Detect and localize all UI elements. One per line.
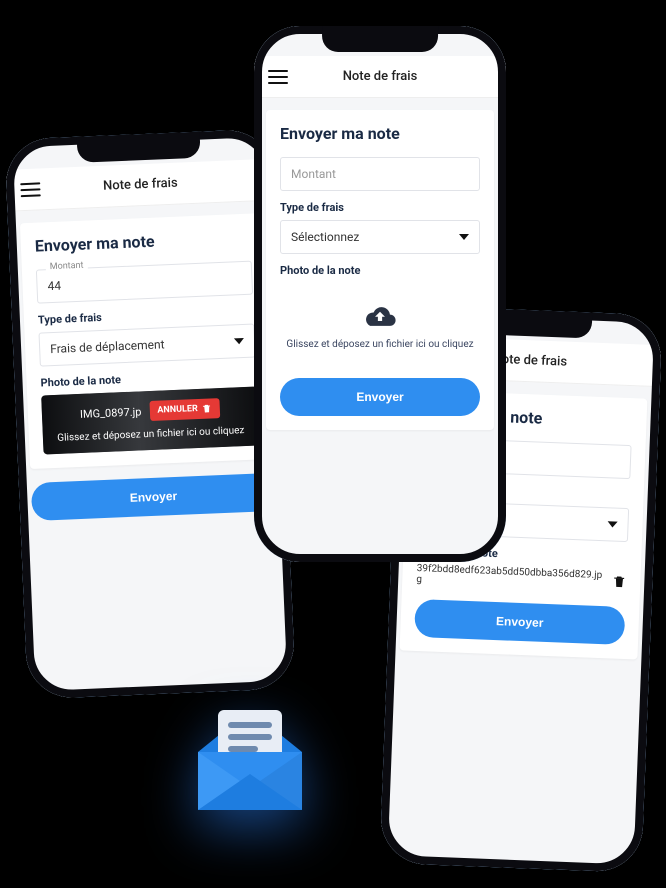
upload-dropzone[interactable]: Glissez et déposez un fichier ici ou cli… [280, 285, 480, 364]
app-title: Note de frais [103, 176, 178, 194]
phone-mockup-center: Note de frais Envoyer ma note Montant Ty… [254, 26, 506, 562]
content: Envoyer ma note Montant 44 Type de frais… [7, 201, 295, 700]
upload-dropzone[interactable]: IMG_0897.jp ANNULER Glissez et déposez u… [41, 386, 259, 454]
menu-icon[interactable] [20, 182, 41, 197]
phone-notch [77, 132, 201, 163]
app-bar: Note de frais [254, 56, 506, 98]
type-label: Type de frais [38, 305, 254, 327]
screen: Note de frais Envoyer ma note Montant 44… [4, 129, 295, 700]
upload-hint: Glissez et déposez un fichier ici ou cli… [286, 339, 474, 350]
amount-label: Montant [46, 260, 88, 272]
phone-mockup-left: Note de frais Envoyer ma note Montant 44… [4, 129, 295, 700]
form-heading: Envoyer ma note [34, 228, 251, 256]
form-card: Envoyer ma note Montant Type de frais Sé… [266, 110, 494, 430]
send-button[interactable]: Envoyer [280, 378, 480, 416]
cancel-label: ANNULER [157, 404, 198, 416]
type-select[interactable]: Frais de déplacement [38, 324, 255, 367]
amount-value: 44 [47, 279, 61, 294]
type-value: Sélectionnez [291, 230, 359, 244]
trash-icon [202, 403, 212, 413]
trash-icon[interactable] [612, 574, 627, 591]
amount-placeholder: Montant [291, 167, 336, 181]
content: Envoyer ma note Montant Type de frais Sé… [254, 98, 506, 562]
app-title: Note de frais [343, 69, 418, 84]
chevron-down-icon [459, 234, 469, 240]
form-card: Envoyer ma note Montant 44 Type de frais… [20, 213, 274, 469]
amount-field-wrap: Montant 44 [36, 261, 253, 304]
send-button[interactable]: Envoyer [414, 599, 625, 645]
file-name: 39f2bdd8edf623ab5dd50dbba356d829.jpg [416, 563, 605, 592]
screen: Note de frais Envoyer ma note Montant Ty… [254, 26, 506, 562]
form-heading: Envoyer ma note [280, 124, 480, 143]
cloud-upload-icon [363, 303, 397, 329]
phone-notch [322, 26, 438, 52]
send-button[interactable]: Envoyer [31, 473, 276, 521]
mail-envelope-icon [180, 670, 320, 820]
chevron-down-icon [234, 338, 244, 344]
photo-label: Photo de la note [280, 264, 480, 277]
menu-icon[interactable] [268, 70, 288, 84]
amount-input[interactable]: Montant [280, 157, 480, 191]
type-value: Frais de déplacement [50, 337, 165, 356]
file-name: IMG_0897.jp [80, 405, 142, 421]
file-row: 39f2bdd8edf623ab5dd50dbba356d829.jpg [416, 563, 627, 593]
type-label: Type de frais [280, 201, 480, 214]
type-select[interactable]: Sélectionnez [280, 220, 480, 254]
photo-label: Photo de la note [40, 368, 256, 390]
chevron-down-icon [607, 521, 617, 527]
cancel-upload-button[interactable]: ANNULER [149, 398, 220, 421]
